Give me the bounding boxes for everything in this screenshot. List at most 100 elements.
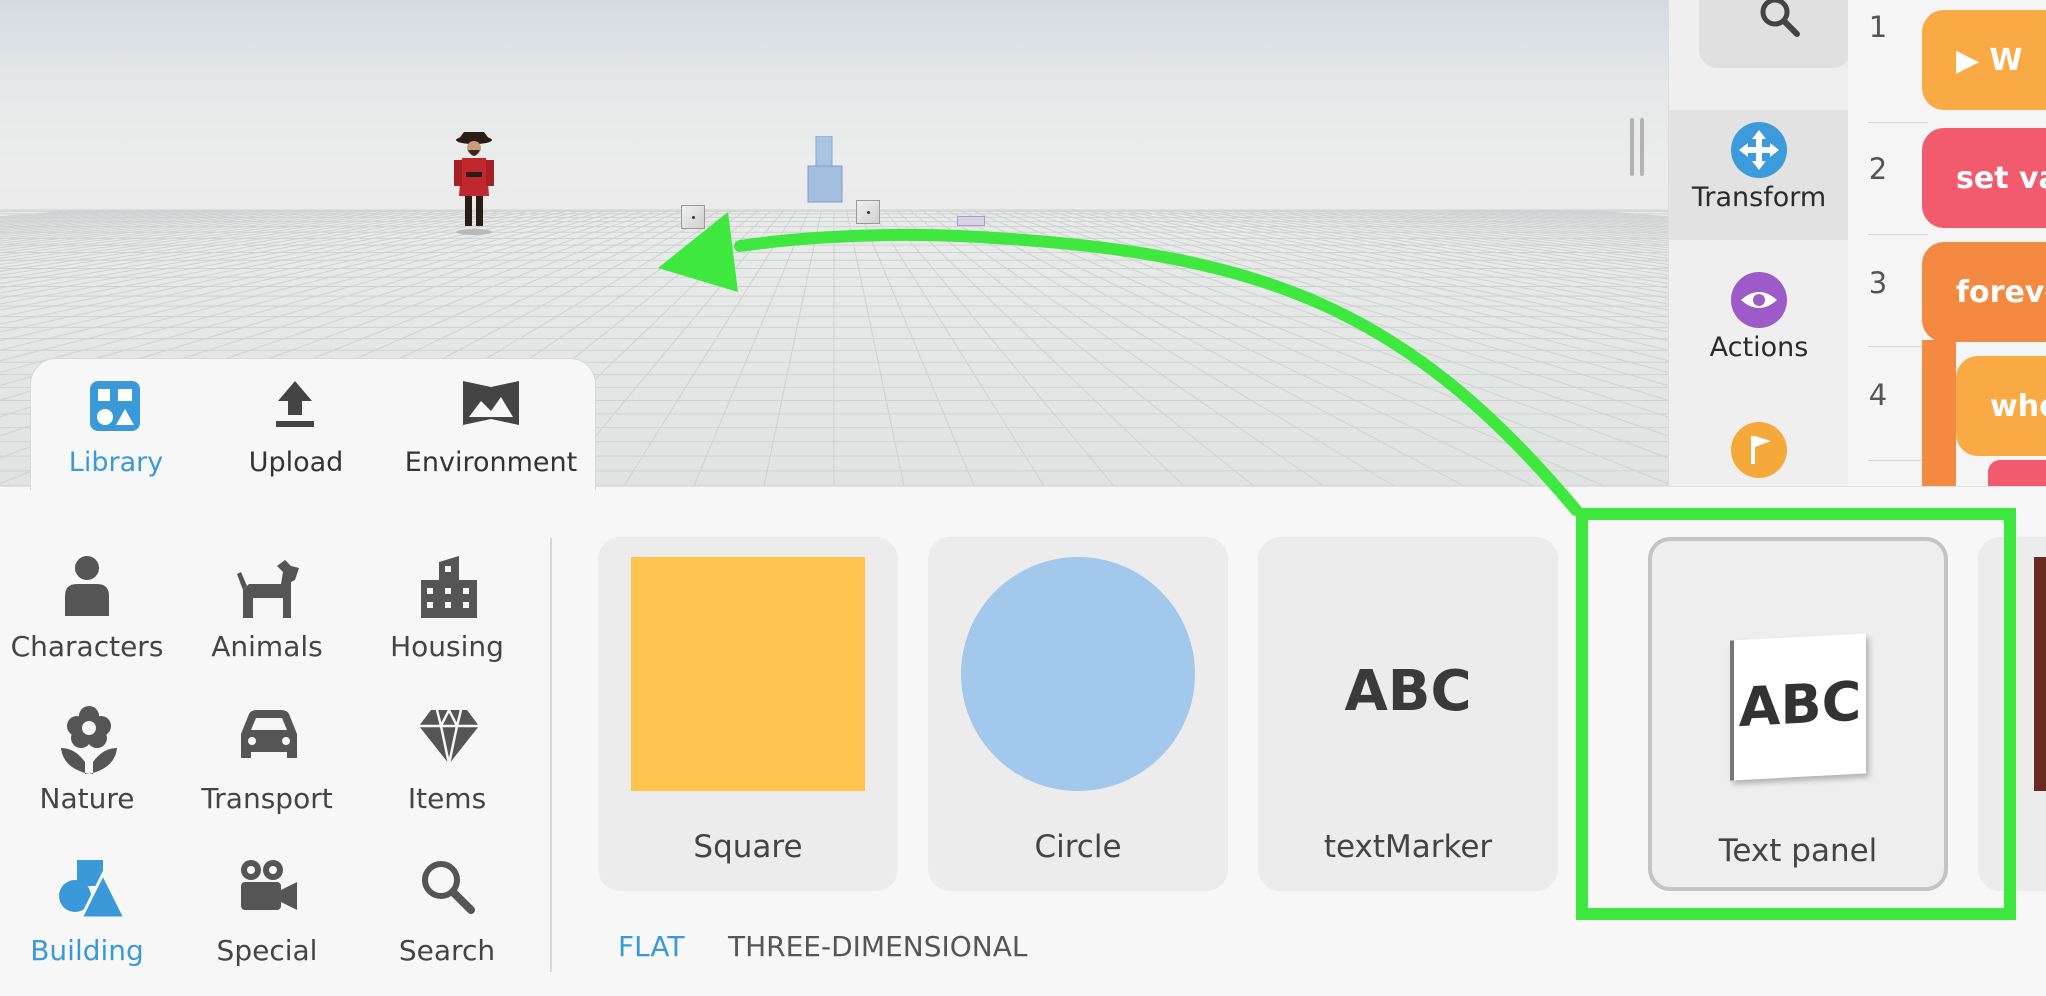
grid-line xyxy=(1371,209,1668,244)
panel-resize-handle[interactable] xyxy=(1630,118,1646,176)
line-number: 3 xyxy=(1868,266,1888,300)
category-search[interactable]: Search xyxy=(362,842,532,982)
cube-object[interactable] xyxy=(856,200,880,224)
diamond-icon xyxy=(419,709,479,765)
library-icon xyxy=(90,381,140,431)
category-items[interactable]: Items xyxy=(362,690,532,830)
category-label: Transform xyxy=(1691,182,1827,213)
category-label: Building xyxy=(30,934,144,967)
circle-preview xyxy=(961,557,1195,791)
text-marker-preview: ABC xyxy=(1344,659,1472,724)
nested-code-block[interactable] xyxy=(1988,460,2046,486)
environment-icon xyxy=(463,381,519,425)
flag-icon xyxy=(1731,422,1787,478)
tab-label: Upload xyxy=(248,447,344,478)
camera-icon xyxy=(241,860,297,910)
line-number: 2 xyxy=(1868,152,1888,186)
code-block-when[interactable]: whe xyxy=(1956,356,2046,456)
eye-icon xyxy=(1731,272,1787,328)
car-icon xyxy=(241,710,297,758)
tutorial-highlight-box xyxy=(1576,508,2016,920)
category-label: Housing xyxy=(390,630,504,663)
category-housing[interactable]: Housing xyxy=(362,538,532,678)
forever-block-body xyxy=(1922,340,1956,486)
code-block-forever[interactable]: foreve xyxy=(1922,242,2046,342)
grid-line xyxy=(871,209,1045,486)
grid-line xyxy=(946,209,1465,486)
category-label: Special xyxy=(216,934,318,967)
grid-line xyxy=(983,209,1668,485)
code-block-set-variable[interactable]: set va xyxy=(1922,128,2046,228)
object-card-square[interactable]: Square xyxy=(598,537,898,891)
object-card-label: Square xyxy=(693,829,803,865)
line-separator xyxy=(1868,234,1928,235)
category-label: Search xyxy=(398,934,496,967)
grid-line xyxy=(1496,209,1668,227)
category-label: Transport xyxy=(201,782,333,815)
category-transform[interactable]: Transform xyxy=(1669,110,1849,240)
square-preview xyxy=(631,557,865,791)
shapes-icon: A xyxy=(59,860,127,921)
grid-line xyxy=(896,209,1185,486)
grid-line xyxy=(1296,209,1668,259)
grid-line xyxy=(996,209,1668,459)
cube-object[interactable] xyxy=(681,205,705,229)
search-icon xyxy=(422,861,475,914)
category-nature[interactable]: Nature xyxy=(2,690,172,830)
blue-block-object[interactable] xyxy=(806,136,844,204)
grid-line xyxy=(858,209,975,486)
line-separator xyxy=(1868,460,1928,461)
category-label: Characters xyxy=(10,630,164,663)
brick-preview xyxy=(2034,557,2046,791)
category-special[interactable]: Special xyxy=(182,842,352,982)
tab-environment[interactable]: Environment xyxy=(391,359,591,491)
object-card-text-marker[interactable]: ABC textMarker xyxy=(1258,537,1558,891)
category-transport[interactable]: Transport xyxy=(182,690,352,830)
grid-line xyxy=(693,209,810,486)
tab-label: Library xyxy=(68,447,164,478)
category-characters[interactable]: Characters xyxy=(2,538,172,678)
code-editor[interactable]: 1 2 3 4 ▶ W set va foreve whe xyxy=(1848,0,2046,486)
search-icon xyxy=(1760,0,1800,37)
line-separator xyxy=(1868,122,1928,123)
grid-line xyxy=(933,209,1395,486)
flat-marker-object[interactable] xyxy=(957,216,985,226)
category-label: Nature xyxy=(39,782,135,815)
tab-upload[interactable]: Upload xyxy=(221,359,371,491)
person-icon xyxy=(65,556,109,616)
dog-icon xyxy=(237,560,299,618)
grid-line xyxy=(1121,209,1668,325)
grid-line xyxy=(1246,209,1668,272)
pirate-character[interactable] xyxy=(446,126,502,236)
line-separator xyxy=(1868,346,1928,347)
category-actions[interactable]: Actions xyxy=(1669,260,1849,390)
sub-tab-three-dimensional[interactable]: THREE-DIMENSIONAL xyxy=(728,930,1027,963)
grid-line xyxy=(883,209,1115,486)
transform-icon xyxy=(1731,122,1787,178)
category-animals[interactable]: Animals xyxy=(182,538,352,678)
svg-text:A: A xyxy=(92,888,114,921)
category-label: Animals xyxy=(211,630,323,663)
grid-line xyxy=(908,209,1255,486)
tab-library[interactable]: Library xyxy=(41,359,191,491)
category-label: Items xyxy=(407,782,487,815)
object-card-label: textMarker xyxy=(1323,829,1493,865)
line-number: 4 xyxy=(1868,378,1888,412)
category-building[interactable]: A Building xyxy=(2,842,172,982)
grid-line xyxy=(921,209,1325,486)
line-number: 1 xyxy=(1868,10,1888,44)
object-card-circle[interactable]: Circle xyxy=(928,537,1228,891)
blocks-search-button[interactable] xyxy=(1699,0,1851,68)
upload-icon xyxy=(276,381,314,427)
tab-label: Environment xyxy=(404,447,578,478)
grid-line xyxy=(623,209,797,486)
block-category-rail: Transform Actions xyxy=(1668,0,1851,486)
building-icon xyxy=(421,556,477,618)
grid-line xyxy=(763,209,822,486)
library-tab-bar: Library Upload Environment xyxy=(30,358,596,490)
grid-line xyxy=(1146,209,1668,311)
grid-line xyxy=(1546,209,1668,221)
sub-tab-flat[interactable]: FLAT xyxy=(618,930,684,963)
code-block-when-start[interactable]: ▶ W xyxy=(1922,10,2046,110)
object-card-label: Circle xyxy=(1034,829,1122,865)
